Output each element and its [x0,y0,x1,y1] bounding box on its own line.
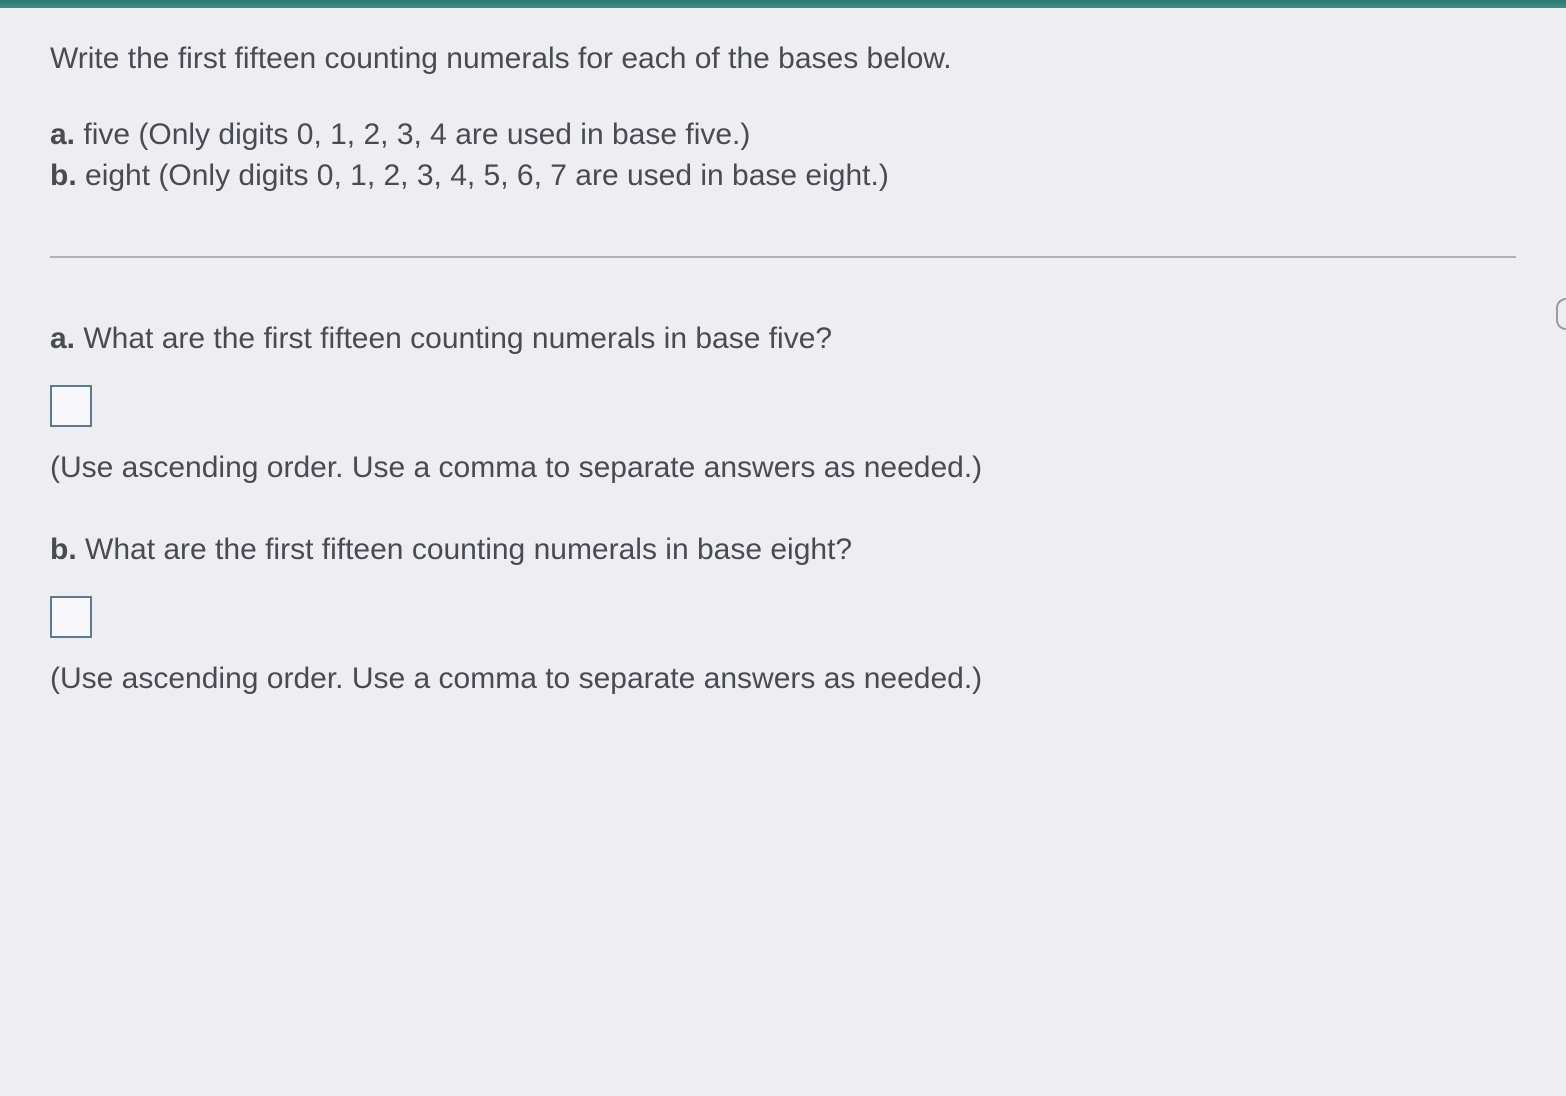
section-divider [50,256,1516,258]
part-a-question: a. What are the first fifteen counting n… [50,318,1516,360]
item-a-text: five (Only digits 0, 1, 2, 3, 4 are used… [75,118,750,151]
item-a-label: a. [50,118,75,151]
window-top-border [0,0,1566,8]
part-a-hint: (Use ascending order. Use a comma to sep… [50,447,1516,489]
part-a-question-text: What are the first fifteen counting nume… [75,322,832,355]
question-item-b: b. eight (Only digits 0, 1, 2, 3, 4, 5, … [50,156,1516,197]
part-b-question: b. What are the first fifteen counting n… [50,529,1516,571]
question-item-a: a. five (Only digits 0, 1, 2, 3, 4 are u… [50,115,1516,156]
part-a-label: a. [50,322,75,355]
part-b-label: b. [50,533,77,566]
question-intro-text: Write the first fifteen counting numeral… [50,38,1516,80]
part-b-hint: (Use ascending order. Use a comma to sep… [50,658,1516,700]
part-b-question-text: What are the first fifteen counting nume… [77,533,852,566]
answer-part-a: a. What are the first fifteen counting n… [50,318,1516,489]
question-content-area: Write the first fifteen counting numeral… [0,8,1566,1096]
part-b-answer-input[interactable] [50,596,92,638]
item-b-label: b. [50,159,77,192]
item-b-text: eight (Only digits 0, 1, 2, 3, 4, 5, 6, … [77,159,889,192]
part-a-answer-input[interactable] [50,385,92,427]
answer-part-b: b. What are the first fifteen counting n… [50,529,1516,700]
divider-resize-handle[interactable] [1556,298,1566,330]
